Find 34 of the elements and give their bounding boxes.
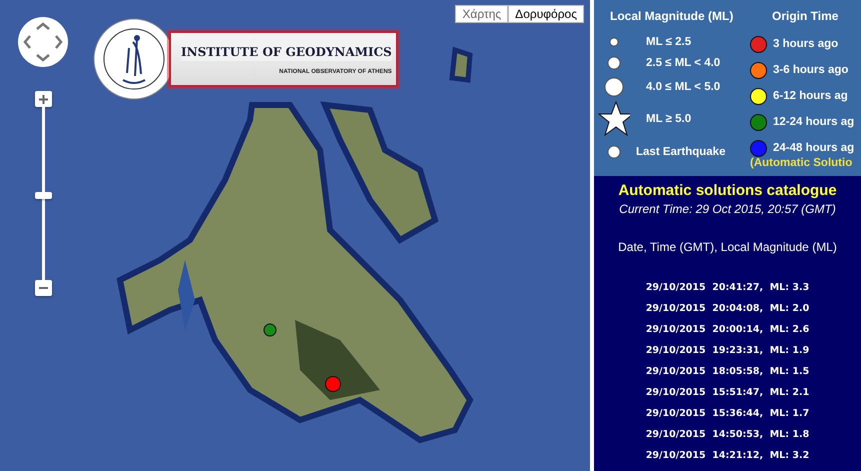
islet-drawing: [449, 46, 473, 83]
earthquake-entry[interactable]: 29/10/2015 20:04:08, ML: 2.0: [646, 303, 810, 324]
earthquake-entry[interactable]: 29/10/2015 14:21:12, ML: 3.2: [646, 450, 810, 471]
minus-icon: [37, 286, 50, 290]
plus-icon: [37, 94, 50, 104]
legend-label: Last Earthquake: [636, 146, 726, 158]
earthquake-entry[interactable]: 29/10/2015 14:50:53, ML: 1.8: [646, 429, 810, 450]
legend-label: 12-24 hours ag: [773, 116, 854, 128]
legend-label: 24-48 hours ag: [773, 142, 854, 154]
legend-label: 4.0 ≤ ML < 5.0: [645, 80, 720, 92]
legend-label: 3 hours ago: [773, 38, 838, 50]
legend-label: ML ≤ 2.5: [645, 36, 692, 48]
map-type-tab[interactable]: Δορυφόρος: [508, 5, 584, 23]
legend-heading: Local Magnitude (ML): [609, 9, 734, 25]
bay-drawing: [178, 260, 195, 330]
earthquake-entry[interactable]: 29/10/2015 19:23:31, ML: 1.9: [646, 345, 810, 366]
legend-label: 2.5 ≤ ML < 4.0: [645, 56, 720, 68]
earthquake-entry[interactable]: 29/10/2015 15:51:47, ML: 2.1: [646, 387, 810, 408]
column-caption: Date, Time (GMT), Local Magnitude (ML): [618, 240, 837, 254]
legend-heading: Origin Time: [771, 9, 840, 25]
catalogue-title: Automatic solutions catalogue: [618, 182, 837, 199]
legend-note: (Automatic Solutio: [750, 157, 854, 169]
zoom-out-button[interactable]: [35, 280, 52, 296]
pan-control-icon[interactable]: [18, 17, 68, 67]
zoom-in-button[interactable]: [35, 91, 52, 107]
current-time: Current Time: 29 Oct 2015, 20:57 (GMT): [619, 202, 836, 216]
earthquake-entry[interactable]: 29/10/2015 18:05:58, ML: 1.5: [646, 366, 810, 387]
earthquake-entry[interactable]: 29/10/2015 20:41:27, ML: 3.3: [646, 282, 810, 303]
legend-label: 3-6 hours ago: [773, 64, 848, 76]
earthquake-entry[interactable]: 29/10/2015 20:00:14, ML: 2.6: [646, 324, 810, 345]
legend-label: 6-12 hours ag: [773, 90, 848, 102]
map-type-tab[interactable]: Χάρτης: [455, 5, 508, 23]
legend-label: ML ≥ 5.0: [645, 112, 692, 124]
earthquake-entry[interactable]: 29/10/2015 15:36:44, ML: 1.7: [646, 408, 810, 429]
